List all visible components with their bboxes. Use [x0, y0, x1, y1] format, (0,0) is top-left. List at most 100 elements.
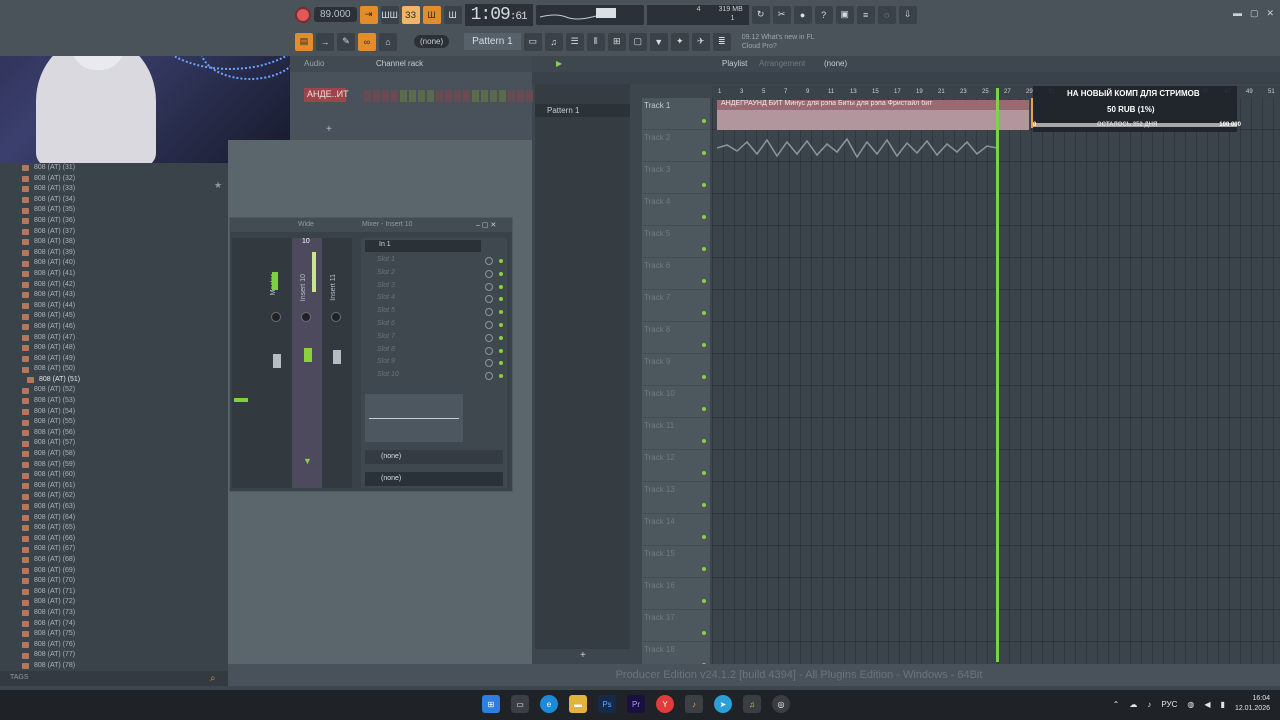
track-mute-led[interactable]: [702, 375, 706, 379]
mic-icon[interactable]: ●: [793, 5, 812, 24]
browser-item[interactable]: 808 (AT) (59): [22, 460, 80, 471]
slot-mix-knob[interactable]: [485, 359, 493, 368]
track-mute-led[interactable]: [702, 471, 706, 475]
notes-icon[interactable]: ≣: [712, 32, 731, 51]
mixer-strip-master[interactable]: Master: [262, 238, 292, 488]
song-position-display[interactable]: 1:09:61: [464, 3, 533, 26]
browser-item[interactable]: 808 (AT) (42): [22, 280, 80, 291]
browser-item[interactable]: 808 (AT) (67): [22, 544, 80, 555]
step-button[interactable]: [427, 90, 434, 102]
browser-item[interactable]: 808 (AT) (36): [22, 216, 80, 227]
track-mute-led[interactable]: [702, 215, 706, 219]
channel-button[interactable]: АНДЕ..ИТ: [304, 88, 349, 102]
slot-mix-knob[interactable]: [485, 269, 493, 278]
browser-item[interactable]: 808 (AT) (31): [22, 163, 80, 174]
song-mode-button[interactable]: ШШ: [380, 5, 399, 24]
slot-mix-knob[interactable]: [485, 308, 493, 317]
cut-icon[interactable]: ✂: [772, 5, 791, 24]
slot-enable-led[interactable]: [499, 348, 503, 353]
explorer-icon[interactable]: ▬: [569, 695, 587, 713]
browser-item[interactable]: 808 (AT) (45): [22, 311, 80, 322]
undo-icon[interactable]: ↻: [751, 5, 770, 24]
slot-enable-led[interactable]: [499, 361, 503, 366]
browser-item[interactable]: 808 (AT) (74): [22, 619, 80, 630]
cloud-icon[interactable]: ☁: [1129, 700, 1137, 709]
browser-icon[interactable]: ⊞: [607, 32, 626, 51]
step-button[interactable]: [409, 90, 416, 102]
mixer-preset[interactable]: Wide: [298, 221, 314, 228]
browser-item[interactable]: 808 (AT) (56): [22, 428, 80, 439]
track-header[interactable]: Track 16: [642, 578, 710, 610]
record-button[interactable]: [295, 6, 311, 23]
browser-item[interactable]: 808 (AT) (38): [22, 237, 80, 248]
browser-item[interactable]: 808 (AT) (53): [22, 396, 80, 407]
browser-item[interactable]: 808 (AT) (46): [22, 322, 80, 333]
stamp-icon[interactable]: ⌂: [379, 32, 397, 51]
browser-item[interactable]: 808 (AT) (62): [22, 491, 80, 502]
slot-enable-led[interactable]: [499, 335, 503, 340]
track-mute-led[interactable]: [702, 151, 706, 155]
tags-bar[interactable]: TAGS: [0, 671, 228, 686]
slot-mix-knob[interactable]: [485, 257, 493, 265]
star-icon[interactable]: ★: [214, 180, 222, 191]
metronome-button[interactable]: ЗЗ: [401, 5, 420, 24]
arrow-right-icon[interactable]: →: [316, 32, 334, 51]
step-button[interactable]: [463, 90, 470, 102]
track-mute-led[interactable]: [702, 631, 706, 635]
browser-item[interactable]: 808 (AT) (65): [22, 523, 80, 534]
news-panel[interactable]: 09.12 What's new in FL Cloud Pro?: [742, 33, 815, 51]
record-view-icon[interactable]: ✈: [691, 32, 710, 51]
route-selector-2[interactable]: (none): [365, 472, 503, 486]
piano-roll-icon[interactable]: ♫: [544, 32, 563, 51]
photoshop-icon[interactable]: Ps: [598, 695, 616, 713]
step-button[interactable]: [499, 90, 506, 102]
piano-roll-toggle-icon[interactable]: ▤: [295, 32, 313, 51]
pan-knob[interactable]: [331, 312, 341, 322]
add-channel-button[interactable]: +: [326, 124, 332, 135]
browser-item[interactable]: 808 (AT) (41): [22, 269, 80, 280]
slot-enable-led[interactable]: [499, 323, 503, 327]
language-indicator[interactable]: РУС: [1161, 700, 1177, 709]
pan-knob[interactable]: [271, 312, 281, 322]
mixer-view-icon[interactable]: ⫴: [586, 32, 605, 51]
track-header[interactable]: Track 2: [642, 130, 710, 162]
track-mute-led[interactable]: [702, 535, 706, 539]
slot-enable-led[interactable]: [499, 310, 503, 315]
step-button[interactable]: [508, 90, 515, 102]
slot-enable-led[interactable]: [499, 297, 503, 302]
browser-item[interactable]: 808 (AT) (61): [22, 481, 80, 492]
mixer-strip-insert11[interactable]: Insert 11: [322, 238, 352, 488]
track-mute-led[interactable]: [702, 247, 706, 251]
browser-item[interactable]: 808 (AT) (63): [22, 502, 80, 513]
browser-item[interactable]: 808 (AT) (35): [22, 205, 80, 216]
track-header[interactable]: Track 1: [642, 98, 710, 130]
track-header[interactable]: Track 8: [642, 322, 710, 354]
mixer-strip-left[interactable]: [232, 238, 262, 488]
track-mute-led[interactable]: [702, 183, 706, 187]
step-button[interactable]: [490, 90, 497, 102]
step-button[interactable]: [436, 90, 443, 102]
yandex-icon[interactable]: Y: [656, 695, 674, 713]
fx-slot[interactable]: Slot 9: [365, 358, 503, 369]
playhead[interactable]: [996, 88, 999, 662]
browser-item[interactable]: 808 (AT) (50): [22, 364, 80, 375]
step-button[interactable]: [481, 90, 488, 102]
edge-icon[interactable]: e: [540, 695, 558, 713]
volume-fader[interactable]: [333, 350, 341, 364]
obs-icon[interactable]: ◎: [772, 695, 790, 713]
track-header[interactable]: Track 6: [642, 258, 710, 290]
fx-slot[interactable]: Slot 10: [365, 371, 503, 382]
premiere-icon[interactable]: Pr: [627, 695, 645, 713]
track-header[interactable]: Track 11: [642, 418, 710, 450]
fx-slot[interactable]: Slot 8: [365, 346, 503, 357]
fx-slot[interactable]: Slot 2: [365, 269, 503, 280]
wait-input-icon[interactable]: ⇥: [359, 5, 378, 24]
track-mute-led[interactable]: [702, 503, 706, 507]
mixer-window-controls[interactable]: – ▢ ✕: [476, 221, 496, 229]
touch-icon[interactable]: ▼: [649, 32, 668, 51]
chat-icon[interactable]: ◌: [877, 5, 896, 24]
tempo-display[interactable]: 89.000: [314, 7, 357, 22]
track-header[interactable]: Track 13: [642, 482, 710, 514]
route-selector-1[interactable]: (none): [365, 450, 503, 464]
browser-item[interactable]: 808 (AT) (33): [22, 184, 80, 195]
